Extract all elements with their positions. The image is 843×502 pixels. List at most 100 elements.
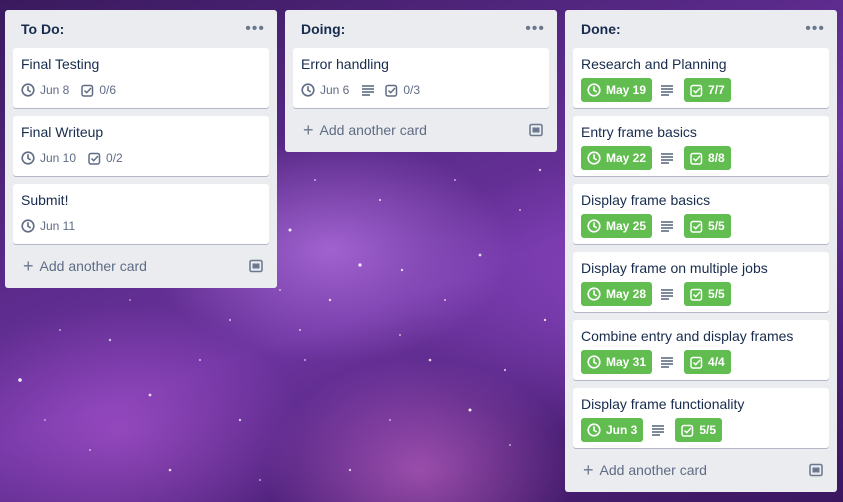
card-template-icon[interactable]	[249, 259, 263, 273]
card-submit[interactable]: Submit! Jun 11	[13, 184, 269, 244]
clock-icon	[587, 423, 601, 437]
card-final-testing[interactable]: Final Testing Jun 8 0/6	[13, 48, 269, 108]
more-icon[interactable]: •••	[525, 21, 545, 37]
checklist-badge-complete: 5/5	[675, 418, 723, 442]
card-badges: May 28 5/5	[581, 282, 821, 306]
card-error-handling[interactable]: Error handling Jun 6 0/3	[293, 48, 549, 108]
checklist-badge-complete: 4/4	[684, 350, 731, 374]
checkbox-icon	[690, 84, 703, 97]
due-date-text: Jun 6	[320, 83, 350, 97]
more-icon[interactable]: •••	[245, 21, 265, 37]
checklist-count: 5/5	[708, 219, 725, 233]
due-date-badge: Jun 8	[21, 83, 69, 97]
plus-icon: +	[23, 256, 34, 276]
clock-icon	[587, 287, 601, 301]
checklist-count: 0/2	[106, 151, 123, 165]
clock-icon	[301, 83, 315, 97]
description-icon	[660, 220, 674, 232]
due-date-badge-complete: May 25	[581, 214, 653, 238]
card-title: Combine entry and display frames	[581, 328, 794, 344]
description-icon	[660, 84, 674, 96]
checklist-badge: 0/2	[88, 151, 123, 165]
checkbox-icon	[690, 220, 703, 233]
due-date-text: Jun 3	[606, 423, 638, 437]
due-date-text: Jun 10	[40, 151, 77, 165]
card-display-frame-on-multiple-jobs[interactable]: Display frame on multiple jobs May 28 5/…	[573, 252, 829, 312]
list-title[interactable]: Done:	[581, 21, 621, 37]
due-date-text: May 28	[606, 287, 647, 301]
description-icon	[660, 356, 674, 368]
add-card-label-group: + Add another card	[303, 121, 427, 139]
clock-icon	[21, 219, 35, 233]
due-date-text: May 19	[606, 83, 647, 97]
clock-icon	[21, 151, 35, 165]
card-display-frame-basics[interactable]: Display frame basics May 25 5/5	[573, 184, 829, 244]
plus-icon: +	[303, 120, 314, 140]
due-date-text: Jun 8	[40, 83, 70, 97]
list-title[interactable]: To Do:	[21, 21, 64, 37]
checklist-badge: 0/6	[81, 83, 116, 97]
card-combine-entry-and-display-frames[interactable]: Combine entry and display frames May 31 …	[573, 320, 829, 380]
list-title[interactable]: Doing:	[301, 21, 345, 37]
checkbox-icon	[690, 152, 703, 165]
checkbox-icon	[690, 288, 703, 301]
due-date-badge: Jun 6	[301, 83, 349, 97]
card-display-frame-functionality[interactable]: Display frame functionality Jun 3 5/5	[573, 388, 829, 448]
card-title: Final Writeup	[21, 124, 104, 140]
checkbox-icon	[681, 424, 694, 437]
more-icon[interactable]: •••	[805, 21, 825, 37]
card-badges: Jun 10 0/2	[21, 146, 261, 170]
card-template-icon[interactable]	[809, 463, 823, 477]
due-date-badge-complete: Jun 3	[581, 418, 644, 442]
card-title: Display frame functionality	[581, 396, 745, 412]
card-badges: Jun 8 0/6	[21, 78, 261, 102]
card-badges: May 25 5/5	[581, 214, 821, 238]
list-header: Done: •••	[573, 10, 829, 48]
list-done: Done: ••• Research and Planning May 19 7…	[565, 10, 837, 492]
add-card-button[interactable]: + Add another card	[13, 252, 269, 280]
checkbox-icon	[81, 84, 94, 97]
list-header: Doing: •••	[293, 10, 549, 48]
checkbox-icon	[385, 84, 398, 97]
clock-icon	[21, 83, 35, 97]
checklist-badge-complete: 7/7	[684, 78, 731, 102]
card-title: Submit!	[21, 192, 69, 208]
description-icon	[660, 152, 674, 164]
due-date-badge: Jun 10	[21, 151, 76, 165]
checkbox-icon	[690, 356, 703, 369]
add-card-label: Add another card	[599, 462, 707, 478]
card-title: Final Testing	[21, 56, 100, 72]
checklist-count: 7/7	[708, 83, 725, 97]
due-date-badge-complete: May 31	[581, 350, 653, 374]
card-entry-frame-basics[interactable]: Entry frame basics May 22 8/8	[573, 116, 829, 176]
clock-icon	[587, 151, 601, 165]
card-badges: May 31 4/4	[581, 350, 821, 374]
add-card-button[interactable]: + Add another card	[573, 456, 829, 484]
plus-icon: +	[583, 460, 594, 480]
add-card-label-group: + Add another card	[583, 461, 707, 479]
checklist-count: 8/8	[708, 151, 725, 165]
description-icon	[651, 424, 665, 436]
checklist-count: 5/5	[699, 423, 717, 437]
card-badges: Jun 11	[21, 214, 261, 238]
card-template-icon[interactable]	[529, 123, 543, 137]
add-card-label: Add another card	[39, 258, 147, 274]
due-date-badge-complete: May 19	[581, 78, 653, 102]
card-title: Research and Planning	[581, 56, 727, 72]
add-card-label: Add another card	[319, 122, 427, 138]
clock-icon	[587, 355, 601, 369]
card-title: Entry frame basics	[581, 124, 697, 140]
checklist-count: 0/6	[99, 83, 117, 97]
card-research-and-planning[interactable]: Research and Planning May 19 7/7	[573, 48, 829, 108]
card-badges: May 19 7/7	[581, 78, 821, 102]
add-card-button[interactable]: + Add another card	[293, 116, 549, 144]
description-icon	[361, 84, 375, 96]
list-header: To Do: •••	[13, 10, 269, 48]
list-todo: To Do: ••• Final Testing Jun 8 0/6 Final…	[5, 10, 277, 288]
due-date-text: Jun 11	[40, 219, 76, 233]
due-date-text: May 31	[606, 355, 647, 369]
card-final-writeup[interactable]: Final Writeup Jun 10 0/2	[13, 116, 269, 176]
card-title: Error handling	[301, 56, 389, 72]
due-date-badge-complete: May 22	[581, 146, 653, 170]
checklist-count: 0/3	[403, 83, 421, 97]
